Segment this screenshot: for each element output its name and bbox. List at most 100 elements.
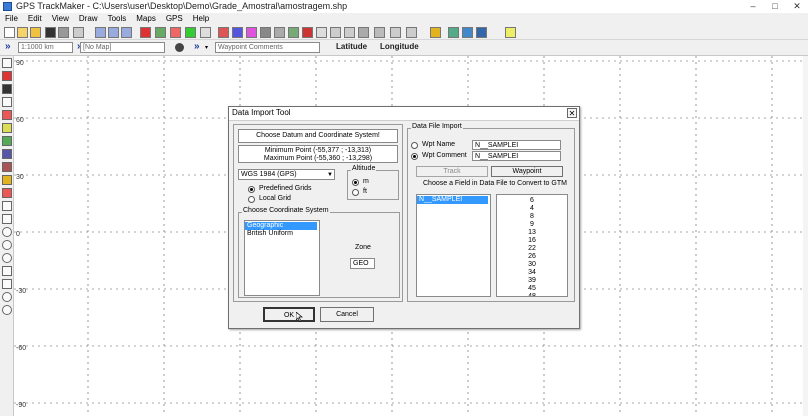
circle-icon[interactable] [2,227,12,237]
list-item: 22 [528,245,536,252]
weather-icon[interactable] [302,27,313,38]
select-icon[interactable] [2,97,12,107]
altitude-m-radio[interactable] [352,179,359,186]
waypoint-icon[interactable] [232,27,243,38]
wpt-comment-radio[interactable] [411,153,418,160]
altitude-ft-radio[interactable] [352,189,359,196]
menu-maps[interactable]: Maps [136,13,156,25]
gps-icon[interactable] [140,27,151,38]
menu-gps[interactable]: GPS [166,13,183,25]
ellipse-icon[interactable] [2,240,12,250]
zoom-icon[interactable] [95,27,106,38]
list-item[interactable]: British Uniform [245,230,293,238]
globe-icon[interactable] [155,27,166,38]
track-icon[interactable] [218,27,229,38]
route-draw-icon[interactable] [2,162,12,172]
wpt-name-field[interactable]: N__SAMPLEI [472,140,561,150]
menu-draw[interactable]: Draw [79,13,98,25]
scale-field[interactable]: 1:1000 km [18,42,73,53]
copy-icon[interactable] [73,27,84,38]
list-icon[interactable] [406,27,417,38]
ok-button[interactable]: OK [263,307,315,322]
close-icon[interactable]: ✕ [567,108,577,118]
coordinate-system-label: Choose Coordinate System [242,207,330,214]
maximize-button[interactable]: □ [764,0,786,13]
layers-icon[interactable] [200,27,211,38]
menu-view[interactable]: View [52,13,69,25]
g-icon[interactable] [448,27,459,38]
waypoint-button[interactable]: Waypoint [491,166,563,177]
wpt-name-radio[interactable] [411,142,418,149]
data-file-import-label: Data File Import [411,123,463,130]
map-view-icon[interactable] [185,27,196,38]
polygon-icon[interactable] [2,279,12,289]
menu-help[interactable]: Help [193,13,209,25]
print-icon[interactable] [58,27,69,38]
erase-icon[interactable] [2,188,12,198]
zone-field[interactable]: GEO [350,258,375,269]
tool-icon[interactable] [358,27,369,38]
open-map-icon[interactable] [30,27,41,38]
wpt-comment-field[interactable]: N__SAMPLEI [472,151,561,161]
rotate-icon[interactable] [2,84,12,94]
predefined-grids-radio[interactable] [248,186,255,193]
chevron-right-icon[interactable]: » [194,41,200,52]
map-scrollbar[interactable] [803,56,808,416]
terrain-icon[interactable] [260,27,271,38]
dropdown-icon[interactable]: ▾ [205,44,211,51]
datum-select[interactable]: WGS 1984 (GPS) ▼ [238,169,335,180]
chevron-right-icon[interactable]: » [5,41,11,52]
move-icon[interactable] [2,110,12,120]
arc-icon[interactable] [2,253,12,263]
line-icon[interactable] [2,201,12,211]
zoom-out-icon[interactable] [121,27,132,38]
help-icon[interactable] [505,27,516,38]
menu-file[interactable]: File [5,13,18,25]
list-item[interactable]: N__SAMPLEI [417,196,488,204]
local-grid-label: Local Grid [259,195,291,202]
crown-icon[interactable] [430,27,441,38]
track-tool-icon[interactable] [2,149,12,159]
computer-icon[interactable] [476,27,487,38]
altitude-label: Altitude [351,165,377,172]
maximum-point-text: Maximum Point (-55,360 ; -13,298) [263,155,373,162]
pan-icon[interactable] [2,123,12,133]
waypoint-tool-icon[interactable] [2,136,12,146]
cancel-button[interactable]: Cancel [320,307,374,322]
menu-edit[interactable]: Edit [28,13,42,25]
table-icon[interactable] [390,27,401,38]
route-icon[interactable] [170,27,181,38]
sync-icon[interactable] [462,27,473,38]
record-icon[interactable] [2,305,12,315]
settings-icon[interactable] [374,27,385,38]
pencil-icon[interactable] [2,71,12,81]
rectangle-icon[interactable] [2,214,12,224]
zoom-in-icon[interactable] [108,27,119,38]
close-window-button[interactable]: ✕ [786,0,808,13]
target-icon[interactable] [2,292,12,302]
open-folder-icon[interactable] [17,27,28,38]
tree-icon[interactable] [330,27,341,38]
list-item[interactable]: Geographic [245,222,317,230]
save-icon[interactable] [45,27,56,38]
map-field[interactable]: [No Map] [80,42,165,53]
coordinate-system-list[interactable]: Geographic British Uniform [244,220,320,296]
minimize-button[interactable]: – [742,0,764,13]
track-button[interactable]: Track [416,166,488,177]
chevron-down-icon: ▼ [327,172,333,178]
field-list[interactable]: N__SAMPLEI [416,194,491,297]
pointer-icon[interactable] [2,58,12,68]
flag-icon[interactable] [316,27,327,38]
menu-tools[interactable]: Tools [108,13,127,25]
choose-field-text: Choose a Field in Data File to Convert t… [423,180,567,187]
local-grid-radio[interactable] [248,196,255,203]
route-tool-icon[interactable] [246,27,257,38]
filter-icon[interactable] [288,27,299,38]
values-list[interactable]: 6 4 8 9 13 16 22 26 30 34 39 45 48 [496,194,568,297]
highlight-icon[interactable] [2,175,12,185]
measure-icon[interactable] [274,27,285,38]
feature-icon[interactable] [344,27,355,38]
waypoint-comments-field[interactable]: Waypoint Comments [215,42,320,53]
triangle-icon[interactable] [2,266,12,276]
new-file-icon[interactable] [4,27,15,38]
